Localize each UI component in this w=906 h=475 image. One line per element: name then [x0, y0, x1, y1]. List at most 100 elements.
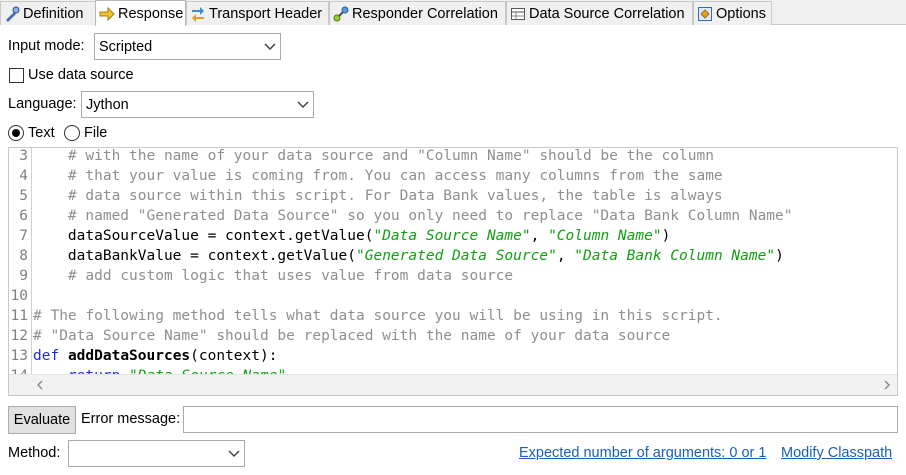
code-token: # named "Generated Data Source" so you o… — [33, 208, 793, 224]
evaluate-button[interactable]: Evaluate — [8, 406, 76, 434]
error-message-label: Error message: — [81, 411, 181, 427]
line-number: 5 — [19, 188, 28, 204]
code-token: "Data Bank Column Name" — [574, 248, 776, 264]
code-token: # The following method tells what data s… — [33, 308, 723, 324]
line-number: 8 — [19, 248, 28, 264]
code-line: 7 dataSourceValue = context.getValue("Da… — [9, 226, 897, 246]
code-line: 12 # "Data Source Name" should be replace… — [9, 326, 897, 346]
tab-label: Response — [118, 5, 184, 22]
chevron-down-icon — [293, 92, 313, 117]
input-mode-select[interactable]: Scripted — [94, 33, 281, 60]
line-number: 12 — [10, 328, 28, 344]
method-label: Method: — [8, 445, 61, 461]
tab-responder-correlation[interactable]: Responder Correlation — [329, 1, 506, 25]
expected-arguments-link[interactable]: Expected number of arguments: 0 or 1 — [519, 445, 766, 461]
script-editor[interactable]: 3 # with the name of your data source an… — [8, 147, 898, 396]
line-number: 4 — [19, 168, 28, 184]
code-text: dataSourceValue = context.getValue("Data… — [33, 226, 670, 246]
code-text: # data source within this script. For Da… — [33, 186, 723, 206]
code-text: # named "Generated Data Source" so you o… — [33, 206, 793, 226]
line-number: 3 — [19, 148, 28, 164]
code-line: 11 # The following method tells what data… — [9, 306, 897, 326]
transport-header-icon — [190, 6, 206, 22]
tab-response[interactable]: Response — [95, 0, 186, 26]
code-text: dataBankValue = context.getValue("Genera… — [33, 246, 784, 266]
scroll-right-icon[interactable] — [877, 375, 897, 395]
line-number: 6 — [19, 208, 28, 224]
tab-transport-header[interactable]: Transport Header — [186, 1, 329, 25]
tab-bar: Definition Response Transport Header Res… — [0, 0, 906, 26]
use-data-source-label: Use data source — [28, 67, 134, 83]
code-text: def addDataSources(context): — [33, 346, 277, 366]
code-text: # "Data Source Name" should be replaced … — [33, 326, 670, 346]
method-select[interactable] — [68, 440, 245, 467]
code-token: addDataSources — [67, 348, 191, 364]
code-token: ) — [661, 228, 671, 244]
code-line: 10 — [9, 286, 897, 306]
modify-classpath-link[interactable]: Modify Classpath — [781, 445, 892, 461]
code-token: dataBankValue = context.getValue( — [33, 248, 357, 264]
code-line: 6 # named "Generated Data Source" so you… — [9, 206, 897, 226]
use-data-source-checkbox[interactable] — [9, 68, 24, 83]
tab-definition[interactable]: Definition — [0, 1, 96, 25]
tab-options[interactable]: Options — [693, 1, 772, 25]
line-number: 11 — [10, 308, 28, 324]
code-token: def — [33, 348, 60, 364]
chevron-down-icon — [224, 441, 244, 466]
tab-label: Definition — [23, 5, 84, 22]
language-select[interactable]: Jython — [81, 91, 314, 118]
tab-label: Responder Correlation — [352, 5, 498, 22]
response-icon — [99, 6, 115, 22]
code-text: # add custom logic that uses value from … — [33, 266, 513, 286]
code-text: # with the name of your data source and … — [33, 148, 714, 166]
evaluate-button-label: Evaluate — [13, 412, 71, 428]
chevron-down-icon — [260, 34, 280, 59]
text-radio-label: Text — [28, 125, 55, 141]
line-number: 13 — [10, 348, 28, 364]
code-lines: 3 # with the name of your data source an… — [9, 148, 897, 386]
responder-correlation-icon — [333, 6, 349, 22]
code-token: # "Data Source Name" should be replaced … — [33, 328, 671, 344]
code-token: "Column Name" — [548, 228, 662, 244]
code-token: dataSourceValue = context.getValue( — [33, 228, 374, 244]
code-line: 8 dataBankValue = context.getValue("Gene… — [9, 246, 897, 266]
code-token: # add custom logic that uses value from … — [33, 268, 514, 284]
scroll-left-icon[interactable] — [30, 375, 50, 395]
code-token: , — [556, 248, 575, 264]
line-number: 9 — [19, 268, 28, 284]
file-radio[interactable] — [64, 125, 80, 141]
code-token: "Generated Data Source" — [356, 248, 557, 264]
options-icon — [697, 6, 713, 22]
text-radio[interactable] — [8, 125, 24, 141]
file-radio-label: File — [84, 125, 108, 141]
definition-icon — [4, 6, 20, 22]
code-line: 9 # add custom logic that uses value fro… — [9, 266, 897, 286]
data-source-correlation-icon — [510, 6, 526, 22]
input-mode-label: Input mode: — [8, 38, 85, 54]
code-text: # The following method tells what data s… — [33, 306, 723, 326]
tab-label: Transport Header — [209, 5, 323, 22]
code-line: 13 def addDataSources(context): — [9, 346, 897, 366]
language-value: Jython — [86, 96, 129, 113]
tab-label: Options — [716, 5, 766, 22]
code-token: , — [530, 228, 549, 244]
code-text: # that your value is coming from. You ca… — [33, 166, 723, 186]
error-message-field[interactable] — [183, 406, 898, 433]
tab-data-source-correlation[interactable]: Data Source Correlation — [506, 1, 693, 25]
line-number: 7 — [19, 228, 28, 244]
code-line: 3 # with the name of your data source an… — [9, 148, 897, 166]
line-number: 10 — [10, 288, 28, 304]
code-token: # with the name of your data source and … — [33, 148, 714, 164]
code-token: # data source within this script. For Da… — [33, 188, 723, 204]
horizontal-scrollbar[interactable] — [9, 374, 897, 395]
language-label: Language: — [8, 96, 77, 112]
code-token: # that your value is coming from. You ca… — [33, 168, 723, 184]
code-line: 4 # that your value is coming from. You … — [9, 166, 897, 186]
code-token: (context): — [190, 348, 278, 364]
input-mode-value: Scripted — [99, 38, 153, 55]
code-line: 5 # data source within this script. For … — [9, 186, 897, 206]
tab-label: Data Source Correlation — [529, 5, 685, 22]
code-token: ) — [775, 248, 784, 264]
code-token: "Data Source Name" — [373, 228, 531, 244]
